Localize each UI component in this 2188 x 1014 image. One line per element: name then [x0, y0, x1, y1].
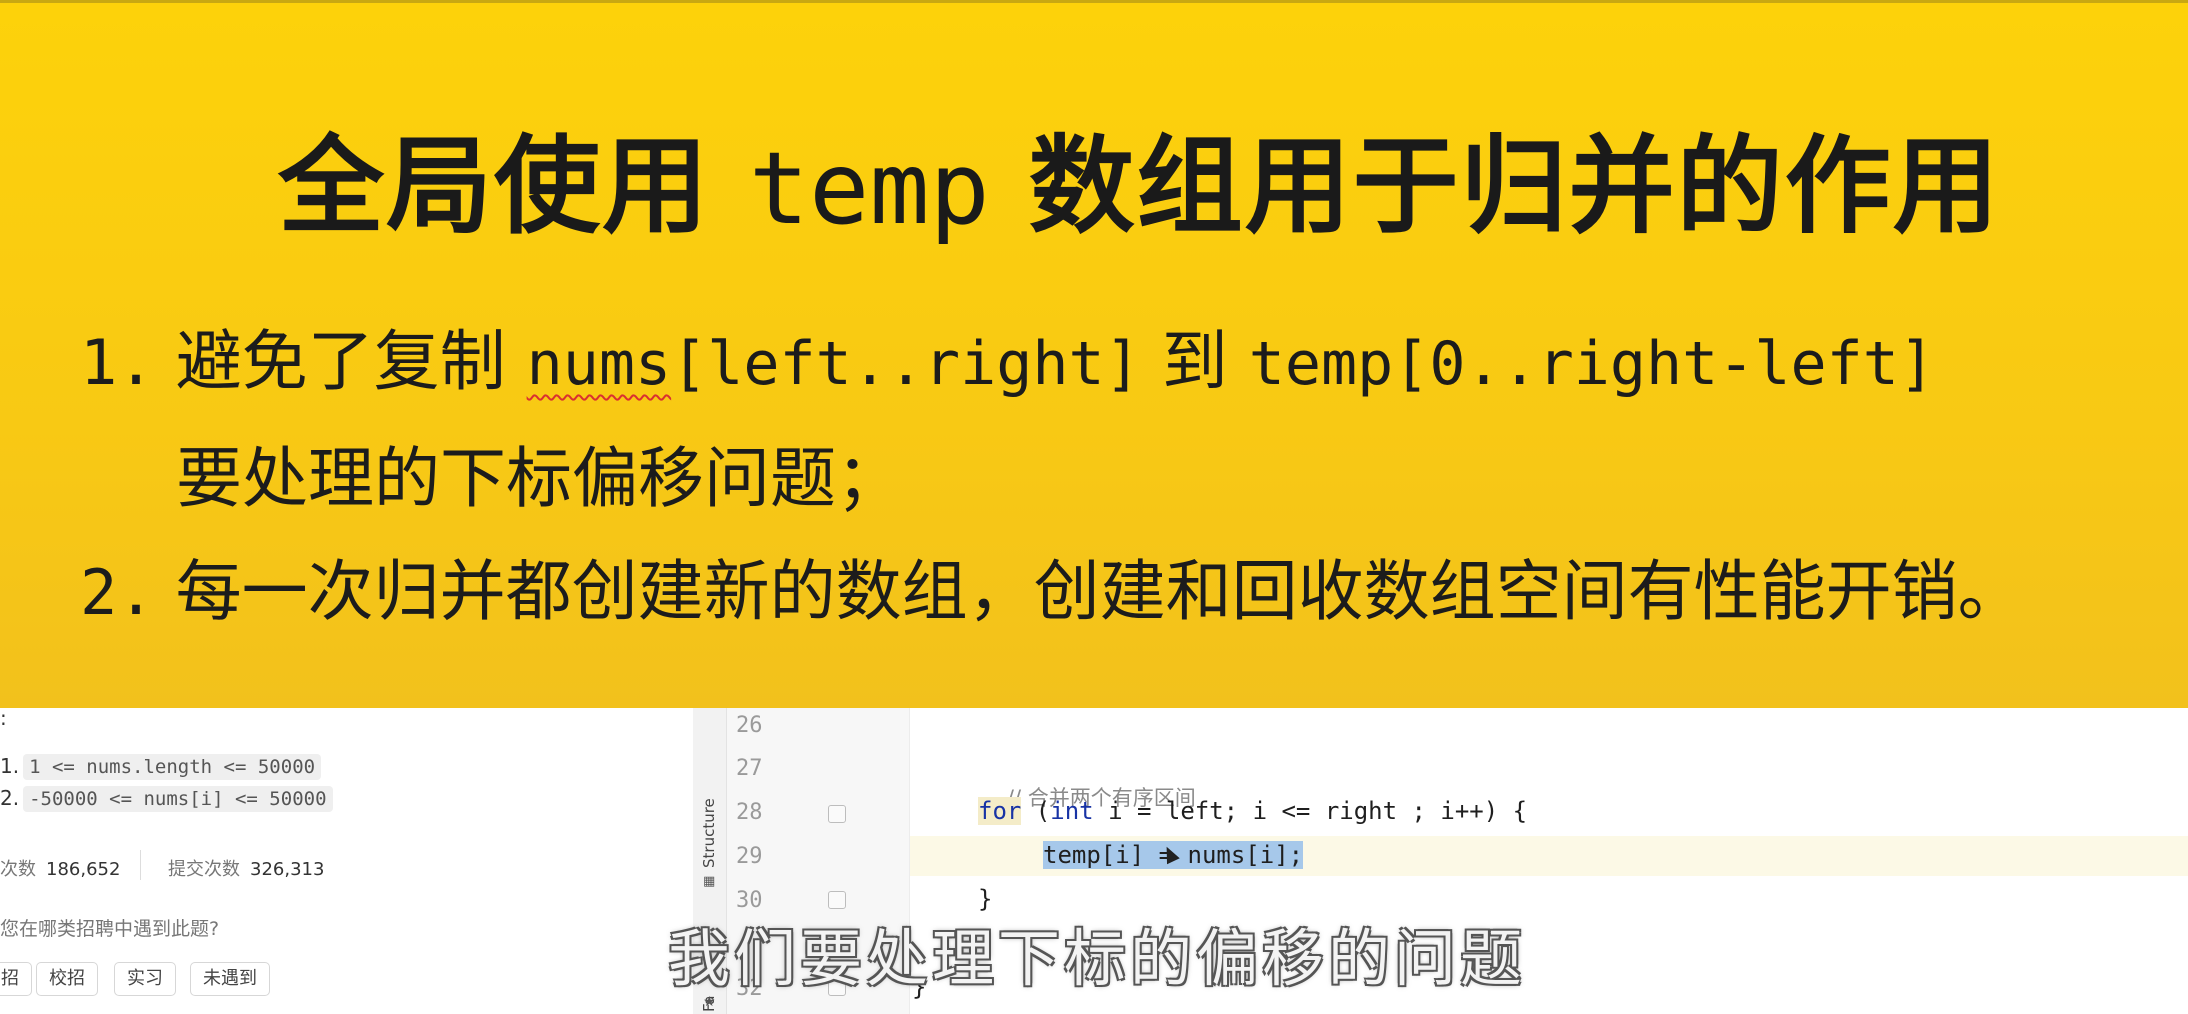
chip-intern[interactable]: 实习 — [114, 962, 176, 996]
nums-code: nums — [526, 329, 672, 399]
line-number: 29 — [736, 844, 763, 869]
structure-icon: ▦ — [703, 874, 716, 889]
code-for-loop: for (int i = left; i <= right ; i++) { — [978, 797, 1528, 825]
video-subtitle: 我们要处理下标的偏移的问题 — [667, 922, 1526, 995]
chip-not-met[interactable]: 未遇到 — [190, 962, 270, 996]
chip-recruit[interactable]: 招 — [0, 962, 32, 996]
chip-campus[interactable]: 校招 — [36, 962, 98, 996]
line-number: 26 — [736, 713, 763, 738]
point-1-line-2: 要处理的下标偏移问题； — [176, 440, 902, 517]
constraint-item: 2. -50000 <= nums[i] <= 50000 — [0, 786, 333, 812]
submissions-stat: 提交次数 326,313 — [168, 859, 325, 880]
structure-tab[interactable]: Structure — [700, 798, 718, 868]
line-number: 28 — [736, 800, 763, 825]
point-2: 2. 每一次归并都创建新的数组，创建和回收数组空间有性能开销。 — [80, 553, 2024, 630]
accepted-stat: 次数 186,652 — [0, 859, 121, 880]
stat-divider — [140, 850, 141, 880]
point-1: 1. 避免了复制 nums[left..right] 到 temp[0..rig… — [80, 323, 1936, 400]
top-divider — [0, 0, 2188, 3]
slide-title: 全局使用 temp 数组用于归并的作用 — [278, 125, 2001, 248]
fold-marker-icon[interactable] — [828, 891, 846, 909]
line-number: 27 — [736, 756, 763, 781]
fold-marker-icon[interactable] — [828, 805, 846, 823]
recruitment-question: 您在哪类招聘中遇到此题? — [0, 918, 220, 940]
panel-colon: : — [0, 706, 7, 730]
constraint-item: 1. 1 <= nums.length <= 50000 — [0, 754, 322, 780]
